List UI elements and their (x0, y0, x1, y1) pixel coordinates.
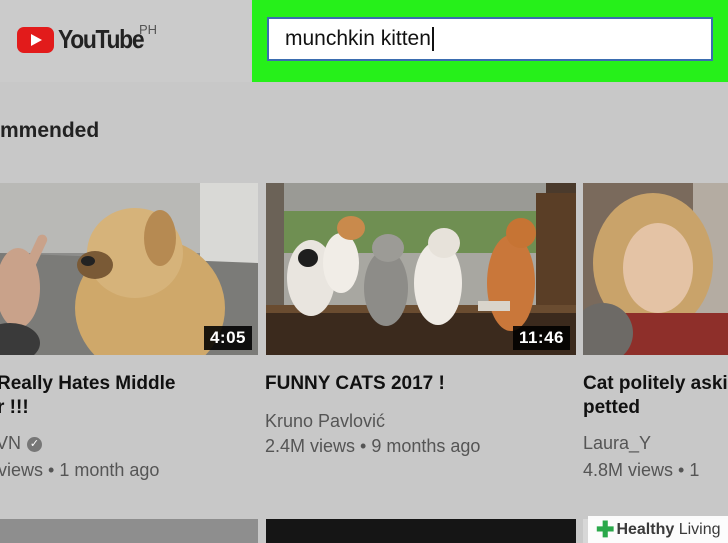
plus-icon: ✚ (596, 516, 615, 542)
channel-name[interactable]: Kruno Pavlović (265, 411, 385, 432)
video-title-line: Really Hates Middle (0, 373, 176, 394)
video-thumbnail[interactable] (266, 519, 576, 543)
video-title-line: Cat politely aski (583, 373, 728, 394)
upload-age: 1 month ago (59, 460, 160, 480)
logo-wordmark: YouTube (58, 24, 145, 54)
video-title[interactable]: FUNNY CATS 2017 ! (265, 372, 445, 396)
video-thumbnail[interactable]: 4:05 (0, 183, 258, 355)
region-code: PH (139, 22, 158, 37)
video-title-line: r !!! (0, 397, 29, 418)
video-meta: 4.8M views • 1 (583, 460, 700, 480)
video-duration: 4:05 (203, 326, 252, 350)
view-count: 4.8M views (583, 460, 674, 480)
video-card[interactable]: Cat politely aski petted Laura_Y 4.8M vi… (583, 183, 728, 483)
video-thumbnail[interactable]: 11:46 (266, 183, 576, 355)
healthy-living-watermark: ✚ Healthy Living (588, 516, 728, 543)
upload-age: 9 months ago (371, 436, 481, 456)
text-caret (431, 27, 434, 51)
youtube-logo[interactable]: YouTube (17, 24, 155, 55)
video-duration: 11:46 (512, 326, 570, 350)
watermark-light: Living (678, 520, 721, 538)
watermark-bold: Healthy (616, 520, 675, 538)
search-input[interactable]: munchkin kitten (267, 17, 713, 61)
video-meta: 2.4M views • 9 months ago (265, 436, 481, 456)
video-card[interactable]: 4:05 Really Hates Middle r !!! VN ✓ views… (0, 183, 258, 483)
play-icon (17, 26, 54, 53)
search-query: munchkin kitten (285, 27, 431, 50)
cat-thumbnail-image (583, 183, 728, 355)
video-title[interactable]: Really Hates Middle r !!! (0, 372, 175, 420)
section-title: mmended (0, 119, 100, 142)
verified-icon: ✓ (27, 436, 43, 452)
video-card[interactable]: 11:46 FUNNY CATS 2017 ! Kruno Pavlović 2… (265, 183, 576, 483)
view-count: views (0, 460, 44, 480)
video-title-line: petted (583, 397, 640, 418)
video-thumbnail[interactable] (0, 519, 258, 543)
video-title[interactable]: Cat politely aski petted (583, 372, 728, 420)
channel-name[interactable]: VN ✓ (0, 433, 43, 454)
video-thumbnail[interactable] (583, 183, 728, 355)
channel-name[interactable]: Laura_Y (583, 433, 651, 454)
video-meta: views • 1 month ago (0, 460, 160, 480)
channel-label: VN (0, 433, 22, 453)
view-count: 2.4M views (265, 436, 356, 456)
upload-age: 1 (689, 460, 700, 480)
